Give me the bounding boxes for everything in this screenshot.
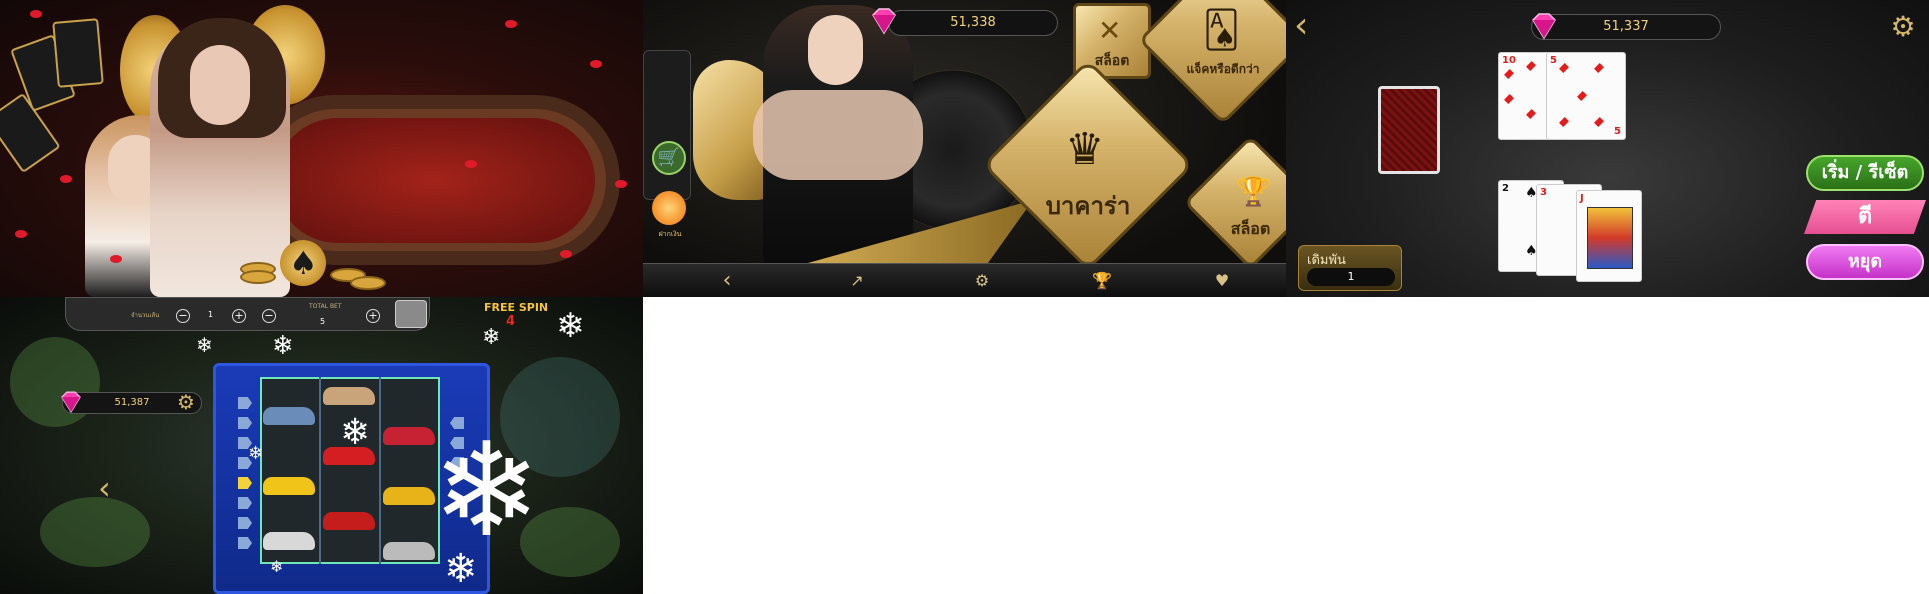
gear-icon[interactable]: ⚙ <box>1886 10 1920 44</box>
poker-table-felt <box>275 118 595 243</box>
poker-promo-panel: ♠ <box>0 0 643 297</box>
free-spin-count: 4 <box>506 314 516 329</box>
crossed-tools-icon: ✕ <box>1098 14 1122 47</box>
car-symbol <box>383 427 435 445</box>
car-symbol <box>323 387 375 405</box>
chevron-left-icon[interactable]: ‹ <box>713 270 741 292</box>
card-rank: 10 <box>1502 55 1516 66</box>
tile-label: บาคาร่า <box>1045 191 1131 221</box>
rose-petal <box>505 20 517 28</box>
card-rank: 3 <box>1540 187 1547 198</box>
rose-petal <box>60 175 72 183</box>
snowflake-icon: ❄ <box>270 557 284 576</box>
snowflake-icon: ❄ <box>444 546 478 592</box>
balance-display: 51,338 <box>888 10 1058 36</box>
gear-icon[interactable]: ⚙ <box>968 270 996 292</box>
rose-petal <box>30 10 42 18</box>
crown-icon: ♛ <box>1065 124 1105 176</box>
diamond-gem-icon <box>1532 13 1556 40</box>
slot-machine-panel: จำนวนเส้น − 1 + − TOTAL BET 5 + FREE SPI… <box>0 297 643 594</box>
minus-icon[interactable]: − <box>176 309 190 323</box>
rose-petal <box>110 255 122 263</box>
bet-control-bar: จำนวนเส้น − 1 + − TOTAL BET 5 + <box>65 297 430 331</box>
woman-face <box>190 45 250 125</box>
car-symbol <box>263 532 315 550</box>
rose-petal <box>560 250 572 258</box>
snowflake-icon: ❄ <box>272 331 294 361</box>
deposit-label: ฝากเงิน <box>658 230 682 238</box>
car-symbol <box>263 477 315 495</box>
bokeh-light <box>40 497 150 567</box>
reel-divider <box>319 377 321 564</box>
snowflake-icon: ❄ <box>248 443 264 464</box>
side-menu: 🛒 ฝากเงิน <box>643 50 691 238</box>
rose-petal <box>15 230 27 238</box>
slot-tile[interactable]: 🏆 สล็อต <box>1183 135 1286 270</box>
bet-panel: เดิมพัน 1 <box>1298 245 1402 291</box>
tile-label: แจ็คหรือดีกว่า <box>1186 62 1260 77</box>
total-bet-label: TOTAL BET <box>309 303 342 310</box>
player-card-jack: J <box>1576 190 1642 282</box>
chip-stack <box>240 270 276 284</box>
chip-stack <box>350 276 386 290</box>
woman-arms <box>753 90 923 180</box>
stand-button[interactable]: หยุด <box>1806 244 1924 280</box>
snowflake-icon: ❄ <box>340 412 371 453</box>
card-rank: 5 <box>1614 126 1621 137</box>
back-chevron-icon[interactable]: ‹ <box>1294 6 1328 46</box>
hit-button[interactable]: ตี <box>1804 200 1926 234</box>
diamond-gem-icon <box>872 8 896 35</box>
lines-value: 1 <box>208 310 214 319</box>
jack-face-art <box>1587 207 1633 269</box>
blackjack-panel: ‹ 51,337 ⚙ 10 5 5 2 ♠ ♠ 3 ♥ ♥ ♥ J เดิมพั… <box>1286 0 1929 297</box>
deposit-coin-icon[interactable] <box>652 191 686 225</box>
heart-hand-icon[interactable]: ♥ <box>1208 270 1236 292</box>
free-spin-label: FREE SPIN <box>484 301 549 314</box>
card-rank: 5 <box>1550 55 1557 66</box>
playing-card <box>52 18 104 88</box>
spade-icon: ♠ <box>289 244 318 282</box>
plus-icon[interactable]: + <box>366 309 380 323</box>
plus-icon[interactable]: + <box>232 309 246 323</box>
car-symbol <box>263 407 315 425</box>
card-rank: 2 <box>1502 183 1509 194</box>
auto-spin-button[interactable] <box>395 300 427 328</box>
lines-label: จำนวนเส้น <box>131 312 160 319</box>
car-symbol <box>383 542 435 560</box>
bet-value-field[interactable]: 1 <box>1307 268 1395 286</box>
rose-petal <box>590 60 602 68</box>
rose-petal <box>615 180 627 188</box>
card-deck <box>1378 86 1440 174</box>
bet-label: เดิมพัน <box>1307 253 1346 268</box>
car-symbol <box>383 487 435 505</box>
game-lobby-panel: 🛒 ฝากเงิน 51,338 สล็อต ✕ 🂡 แจ็คหรือดีกว่… <box>643 0 1286 297</box>
card-rank: J <box>1580 193 1584 204</box>
back-chevron-icon[interactable]: ‹ <box>98 469 111 507</box>
snowflake-icon: ❄ <box>196 333 213 357</box>
bottom-nav-bar: ‹ ↗ ⚙ 🏆 ♥ <box>643 263 1286 297</box>
tile-label: สล็อต <box>1230 219 1271 239</box>
car-symbol <box>323 512 375 530</box>
snowflake-icon: ❄ <box>482 325 501 350</box>
total-bet-value: 5 <box>320 317 326 326</box>
trophy-icon[interactable]: 🏆 <box>1088 270 1116 292</box>
shop-cart-icon[interactable]: 🛒 <box>652 141 686 175</box>
minus-icon[interactable]: − <box>262 309 276 323</box>
share-icon[interactable]: ↗ <box>843 270 871 292</box>
diamond-gem-icon <box>61 391 81 414</box>
reel-divider <box>379 377 381 564</box>
rose-petal <box>465 160 477 168</box>
snowflake-icon: ❄ <box>556 306 585 346</box>
deal-reset-button[interactable]: เริ่ม / รีเซ็ต <box>1806 155 1924 191</box>
trophy-icon: 🏆 <box>1236 175 1271 209</box>
snowflake-icon: ❄ <box>432 414 541 566</box>
card-fan-icon: 🂡 <box>1203 10 1240 52</box>
gear-icon[interactable]: ⚙ <box>173 389 199 415</box>
woman-face <box>808 15 863 85</box>
